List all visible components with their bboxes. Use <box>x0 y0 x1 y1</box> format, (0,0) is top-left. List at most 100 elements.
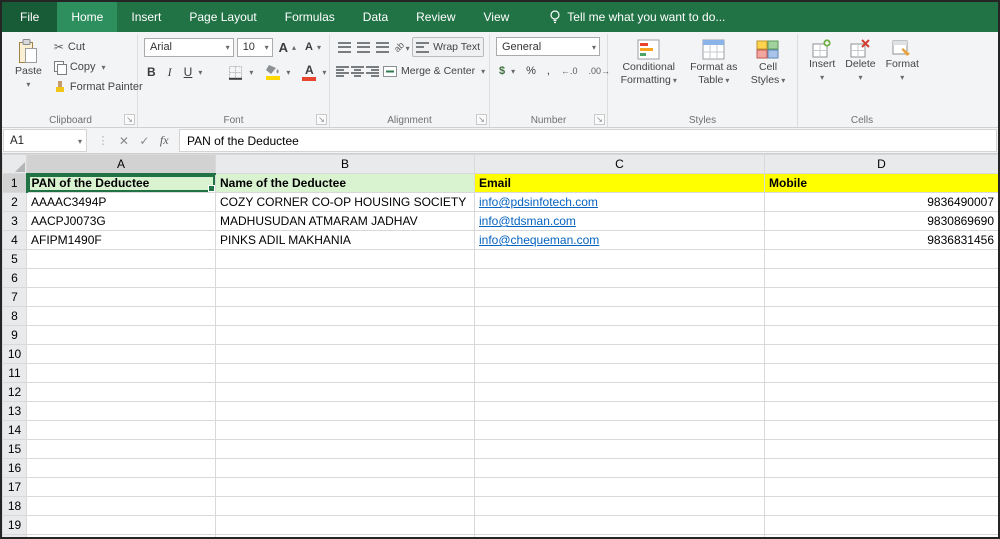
cell-C7[interactable] <box>474 287 765 307</box>
column-header-D[interactable]: D <box>764 154 998 174</box>
cell-A4[interactable]: AFIPM1490F <box>26 230 216 250</box>
cell-B3[interactable]: MADHUSUDAN ATMARAM JADHAV <box>215 211 475 231</box>
tab-file[interactable]: File <box>2 2 58 32</box>
row-header-12[interactable]: 12 <box>2 382 27 402</box>
drag-handle-icon[interactable]: ⋮ <box>97 134 108 147</box>
cell-B10[interactable] <box>215 344 475 364</box>
cell-D3[interactable]: 9830869690 <box>764 211 998 231</box>
fill-color-button[interactable] <box>262 62 293 82</box>
cell-styles-button[interactable]: Cell Styles <box>746 37 791 88</box>
tab-review[interactable]: Review <box>402 2 469 32</box>
cell-C16[interactable] <box>474 458 765 478</box>
tab-data[interactable]: Data <box>349 2 402 32</box>
row-header-9[interactable]: 9 <box>2 325 27 345</box>
cell-D11[interactable] <box>764 363 998 383</box>
cell-A10[interactable] <box>26 344 216 364</box>
cell-C1[interactable]: Email <box>474 173 765 193</box>
cell-A20[interactable] <box>26 534 216 537</box>
row-header-3[interactable]: 3 <box>2 211 27 231</box>
cell-A9[interactable] <box>26 325 216 345</box>
cell-B2[interactable]: COZY CORNER CO-OP HOUSING SOCIETY <box>215 192 475 212</box>
wrap-text-button[interactable]: Wrap Text <box>412 37 485 57</box>
cell-C12[interactable] <box>474 382 765 402</box>
top-align-button[interactable] <box>336 38 353 56</box>
cell-A13[interactable] <box>26 401 216 421</box>
merge-center-button[interactable]: Merge & Center <box>381 61 487 81</box>
delete-cells-button[interactable]: Delete <box>840 37 880 85</box>
cell-C14[interactable] <box>474 420 765 440</box>
cell-D7[interactable] <box>764 287 998 307</box>
cell-D18[interactable] <box>764 496 998 516</box>
align-center-button[interactable] <box>351 62 364 80</box>
cell-B12[interactable] <box>215 382 475 402</box>
cell-C17[interactable] <box>474 477 765 497</box>
cell-A7[interactable] <box>26 287 216 307</box>
cell-D2[interactable]: 9836490007 <box>764 192 998 212</box>
cell-D5[interactable] <box>764 249 998 269</box>
cell-B16[interactable] <box>215 458 475 478</box>
conditional-formatting-button[interactable]: Conditional Formatting <box>616 37 682 88</box>
tab-page-layout[interactable]: Page Layout <box>175 2 270 32</box>
row-header-18[interactable]: 18 <box>2 496 27 516</box>
cell-A5[interactable] <box>26 249 216 269</box>
tab-formulas[interactable]: Formulas <box>271 2 349 32</box>
cell-B17[interactable] <box>215 477 475 497</box>
accounting-format-button[interactable]: $ <box>496 61 518 81</box>
row-header-13[interactable]: 13 <box>2 401 27 421</box>
cell-A11[interactable] <box>26 363 216 383</box>
comma-style-button[interactable]: , <box>544 61 553 81</box>
cell-C4[interactable]: info@chequeman.com <box>474 230 765 250</box>
copy-button[interactable]: Copy <box>51 57 146 77</box>
cell-B18[interactable] <box>215 496 475 516</box>
enter-icon[interactable]: ✓ <box>139 134 149 148</box>
percent-style-button[interactable]: % <box>523 61 539 81</box>
bold-button[interactable]: B <box>144 62 159 82</box>
cell-A15[interactable] <box>26 439 216 459</box>
row-header-6[interactable]: 6 <box>2 268 27 288</box>
cell-B15[interactable] <box>215 439 475 459</box>
cell-D10[interactable] <box>764 344 998 364</box>
cell-C11[interactable] <box>474 363 765 383</box>
email-link[interactable]: info@chequeman.com <box>479 233 599 247</box>
cell-D4[interactable]: 9836831456 <box>764 230 998 250</box>
cell-A3[interactable]: AACPJ0073G <box>26 211 216 231</box>
cell-A2[interactable]: AAAAC3494P <box>26 192 216 212</box>
insert-cells-button[interactable]: Insert <box>804 37 840 85</box>
cut-button[interactable]: Cut <box>51 37 146 57</box>
cell-C18[interactable] <box>474 496 765 516</box>
decrease-font-size-button[interactable]: A ▾ <box>302 37 324 57</box>
cell-C3[interactable]: info@tdsman.com <box>474 211 765 231</box>
cell-B7[interactable] <box>215 287 475 307</box>
select-all-corner[interactable] <box>2 154 27 174</box>
cell-D17[interactable] <box>764 477 998 497</box>
row-header-15[interactable]: 15 <box>2 439 27 459</box>
font-size-select[interactable]: 10 <box>236 37 273 57</box>
italic-button[interactable]: I <box>165 62 175 82</box>
cell-B1[interactable]: Name of the Deductee <box>215 173 475 193</box>
name-box[interactable]: A1 <box>3 129 87 152</box>
row-header-19[interactable]: 19 <box>2 515 27 535</box>
row-header-8[interactable]: 8 <box>2 306 27 326</box>
tell-me-box[interactable]: Tell me what you want to do... <box>549 2 725 32</box>
email-link[interactable]: info@tdsman.com <box>479 214 576 228</box>
cell-C10[interactable] <box>474 344 765 364</box>
cell-B14[interactable] <box>215 420 475 440</box>
cell-C20[interactable] <box>474 534 765 537</box>
cell-A6[interactable] <box>26 268 216 288</box>
formula-input[interactable]: PAN of the Deductee <box>179 129 997 152</box>
cell-A18[interactable] <box>26 496 216 516</box>
insert-function-button[interactable]: fx <box>160 133 169 148</box>
column-header-B[interactable]: B <box>215 154 475 174</box>
column-header-C[interactable]: C <box>474 154 765 174</box>
font-name-select[interactable]: Arial <box>144 37 234 57</box>
column-header-A[interactable]: A <box>26 154 216 175</box>
row-header-10[interactable]: 10 <box>2 344 27 364</box>
tab-view[interactable]: View <box>470 2 524 32</box>
format-as-table-button[interactable]: Format as Table <box>685 37 742 88</box>
align-right-button[interactable] <box>366 62 379 80</box>
align-left-button[interactable] <box>336 62 349 80</box>
cell-D15[interactable] <box>764 439 998 459</box>
font-color-button[interactable]: A <box>299 62 329 82</box>
cell-B5[interactable] <box>215 249 475 269</box>
borders-button[interactable] <box>225 62 256 82</box>
